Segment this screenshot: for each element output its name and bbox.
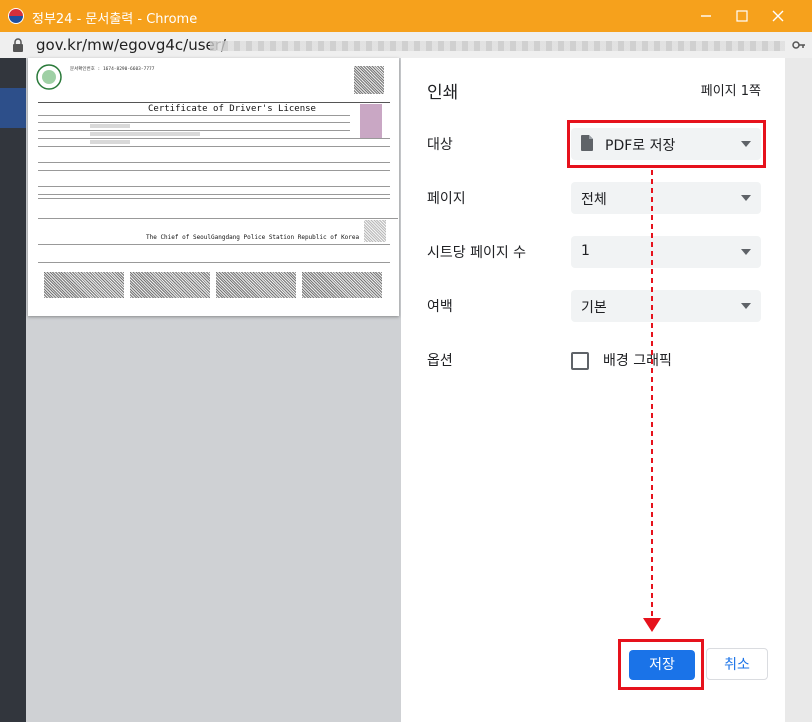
barcode-2: [130, 272, 210, 298]
margins-label: 여백: [427, 299, 453, 315]
page-count: 페이지 1쪽: [700, 84, 761, 99]
lock-icon: [13, 38, 23, 52]
margins-select[interactable]: 기본: [571, 290, 761, 322]
photo-placeholder: [360, 104, 382, 138]
background-graphics-checkbox[interactable]: [571, 352, 589, 370]
close-icon[interactable]: [763, 4, 793, 28]
address-bar[interactable]: gov.kr/mw/egovg4c/user/: [0, 32, 812, 59]
chevron-down-icon: [741, 249, 751, 255]
pages-per-sheet-label: 시트당 페이지 수: [427, 245, 527, 261]
pages-per-sheet-value: 1: [581, 243, 590, 259]
qr-code: [354, 66, 384, 94]
print-title: 인쇄: [427, 83, 459, 103]
save-highlight: [618, 639, 704, 690]
official-stamp: [364, 220, 386, 242]
chevron-down-icon: [741, 303, 751, 309]
barcode-3: [216, 272, 296, 298]
page-background-left: [0, 58, 26, 722]
key-icon[interactable]: [792, 38, 806, 52]
options-label: 옵션: [427, 353, 453, 369]
url-text[interactable]: gov.kr/mw/egovg4c/user/: [36, 36, 226, 54]
print-settings-panel: 인쇄 페이지 1쪽 대상 PDF로 저장 페이지 전체 시트당 페이지 수 1 …: [401, 58, 785, 722]
gov-logo-icon: [8, 8, 24, 24]
pages-select[interactable]: 전체: [571, 182, 761, 214]
scrollbar[interactable]: [785, 58, 812, 722]
cancel-button[interactable]: 취소: [706, 648, 768, 680]
maximize-icon[interactable]: [727, 4, 757, 28]
url-redacted: [210, 41, 785, 51]
window-title: 정부24 - 문서출력 - Chrome: [32, 12, 198, 27]
pages-value: 전체: [581, 192, 607, 208]
preview-page: 문서확인번호 : 1674-8290-6603-7777 Certificate…: [28, 58, 399, 316]
window-titlebar: 정부24 - 문서출력 - Chrome: [0, 0, 812, 32]
document-title: Certificate of Driver's License: [148, 104, 316, 114]
margins-value: 기본: [581, 300, 607, 316]
destination-highlight: [567, 120, 766, 168]
barcode-4: [302, 272, 382, 298]
barcode-1: [44, 272, 124, 298]
destination-label: 대상: [427, 137, 453, 153]
minimize-icon[interactable]: [691, 4, 721, 28]
chevron-down-icon: [741, 195, 751, 201]
dashed-arrow: [643, 170, 661, 632]
pages-label: 페이지: [427, 191, 466, 207]
issue-number: 문서확인번호 : 1674-8290-6603-7777: [70, 67, 155, 72]
pages-per-sheet-select[interactable]: 1: [571, 236, 761, 268]
issuer-line: The Chief of SeoulGangdang Police Statio…: [146, 234, 360, 241]
police-seal-icon: [36, 64, 62, 90]
